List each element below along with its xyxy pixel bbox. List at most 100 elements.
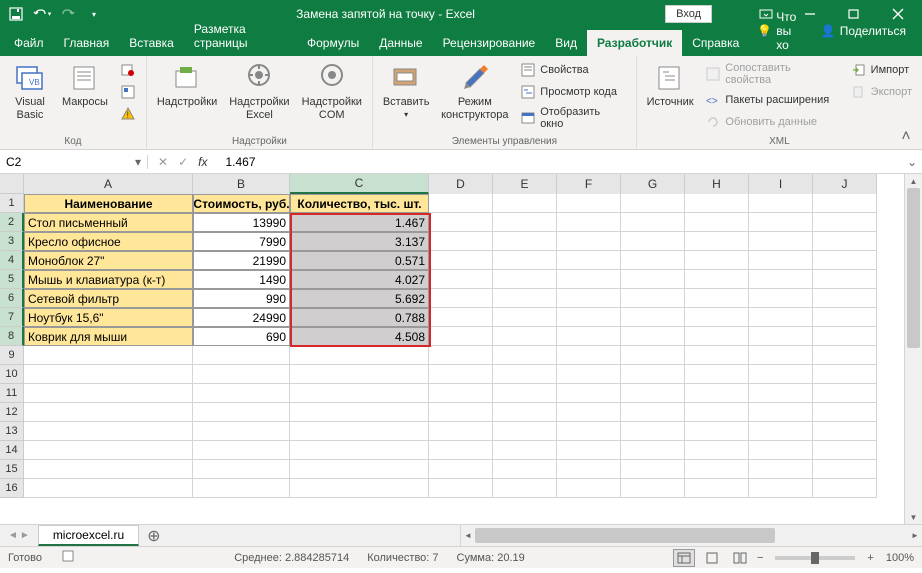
cell-A3[interactable]: Кресло офисное xyxy=(24,232,193,251)
cell-E4[interactable] xyxy=(493,251,557,270)
cell-D10[interactable] xyxy=(429,365,493,384)
expand-formula-bar-button[interactable]: ⌄ xyxy=(902,155,922,169)
tab-help[interactable]: Справка xyxy=(682,30,749,56)
cell-G12[interactable] xyxy=(621,403,685,422)
cell-G14[interactable] xyxy=(621,441,685,460)
tab-file[interactable]: Файл xyxy=(4,30,54,56)
row-header-13[interactable]: 13 xyxy=(0,422,24,441)
row-header-5[interactable]: 5 xyxy=(0,270,24,289)
cell-I9[interactable] xyxy=(749,346,813,365)
cell-E14[interactable] xyxy=(493,441,557,460)
cell-G7[interactable] xyxy=(621,308,685,327)
cell-I5[interactable] xyxy=(749,270,813,289)
cell-D11[interactable] xyxy=(429,384,493,403)
cell-A2[interactable]: Стол письменный xyxy=(24,213,193,232)
cell-F11[interactable] xyxy=(557,384,621,403)
row-header-12[interactable]: 12 xyxy=(0,403,24,422)
cell-F16[interactable] xyxy=(557,479,621,498)
cell-E13[interactable] xyxy=(493,422,557,441)
cell-G13[interactable] xyxy=(621,422,685,441)
cell-J2[interactable] xyxy=(813,213,877,232)
select-all-corner[interactable] xyxy=(0,174,24,194)
row-header-7[interactable]: 7 xyxy=(0,308,24,327)
tab-home[interactable]: Главная xyxy=(54,30,120,56)
cell-C15[interactable] xyxy=(290,460,429,479)
col-header-I[interactable]: I xyxy=(749,174,813,194)
cell-I12[interactable] xyxy=(749,403,813,422)
col-header-J[interactable]: J xyxy=(813,174,877,194)
cell-B13[interactable] xyxy=(193,422,290,441)
com-addins-button[interactable]: Надстройки COM xyxy=(298,60,366,124)
cell-G2[interactable] xyxy=(621,213,685,232)
redo-button[interactable] xyxy=(56,2,80,26)
cell-F7[interactable] xyxy=(557,308,621,327)
cell-E11[interactable] xyxy=(493,384,557,403)
cell-I2[interactable] xyxy=(749,213,813,232)
cell-C11[interactable] xyxy=(290,384,429,403)
record-macro-button[interactable] xyxy=(116,60,140,80)
cell-I3[interactable] xyxy=(749,232,813,251)
cell-A11[interactable] xyxy=(24,384,193,403)
cell-E8[interactable] xyxy=(493,327,557,346)
col-header-D[interactable]: D xyxy=(429,174,493,194)
cell-J10[interactable] xyxy=(813,365,877,384)
cell-A5[interactable]: Мышь и клавиатура (к-т) xyxy=(24,270,193,289)
cell-C14[interactable] xyxy=(290,441,429,460)
refresh-data-button[interactable]: Обновить данные xyxy=(701,112,842,132)
cell-H2[interactable] xyxy=(685,213,749,232)
cell-H7[interactable] xyxy=(685,308,749,327)
cell-A7[interactable]: Ноутбук 15,6" xyxy=(24,308,193,327)
cell-F6[interactable] xyxy=(557,289,621,308)
cell-D8[interactable] xyxy=(429,327,493,346)
cell-D2[interactable] xyxy=(429,213,493,232)
collapse-ribbon-button[interactable]: ˄ xyxy=(896,129,916,145)
tell-me-button[interactable]: 💡Что вы хо xyxy=(749,6,810,56)
cell-A4[interactable]: Моноблок 27" xyxy=(24,251,193,270)
cell-D7[interactable] xyxy=(429,308,493,327)
cell-B15[interactable] xyxy=(193,460,290,479)
row-header-15[interactable]: 15 xyxy=(0,460,24,479)
tab-insert[interactable]: Вставка xyxy=(119,30,184,56)
cell-I8[interactable] xyxy=(749,327,813,346)
qat-customize-button[interactable]: ▾ xyxy=(82,2,106,26)
row-header-4[interactable]: 4 xyxy=(0,251,24,270)
cell-D13[interactable] xyxy=(429,422,493,441)
cell-H6[interactable] xyxy=(685,289,749,308)
zoom-slider[interactable] xyxy=(775,556,855,560)
zoom-in-button[interactable]: + xyxy=(867,552,873,564)
cell-F15[interactable] xyxy=(557,460,621,479)
cell-B6[interactable]: 990 xyxy=(193,289,290,308)
cell-C1[interactable]: Количество, тыс. шт. xyxy=(290,194,429,213)
cell-E9[interactable] xyxy=(493,346,557,365)
formula-bar[interactable]: 1.467 xyxy=(217,155,902,169)
cell-I4[interactable] xyxy=(749,251,813,270)
tab-layout[interactable]: Разметка страницы xyxy=(184,16,297,56)
cell-H13[interactable] xyxy=(685,422,749,441)
row-header-3[interactable]: 3 xyxy=(0,232,24,251)
view-page-layout-button[interactable] xyxy=(701,549,723,567)
cell-A9[interactable] xyxy=(24,346,193,365)
cell-A13[interactable] xyxy=(24,422,193,441)
cell-H15[interactable] xyxy=(685,460,749,479)
row-header-10[interactable]: 10 xyxy=(0,365,24,384)
cell-C4[interactable]: 0.571 xyxy=(290,251,429,270)
cell-E2[interactable] xyxy=(493,213,557,232)
tab-review[interactable]: Рецензирование xyxy=(433,30,546,56)
macros-button[interactable]: Макросы xyxy=(58,60,112,110)
insert-function-button[interactable]: fx xyxy=(198,155,207,169)
share-button[interactable]: 👤Поделиться xyxy=(813,20,914,42)
zoom-slider-thumb[interactable] xyxy=(811,552,819,564)
hscroll-thumb[interactable] xyxy=(475,528,775,543)
col-header-F[interactable]: F xyxy=(557,174,621,194)
map-properties-button[interactable]: Сопоставить свойства xyxy=(701,60,842,88)
row-header-11[interactable]: 11 xyxy=(0,384,24,403)
cell-B3[interactable]: 7990 xyxy=(193,232,290,251)
cell-C12[interactable] xyxy=(290,403,429,422)
cell-F14[interactable] xyxy=(557,441,621,460)
scroll-down-button[interactable]: ▼ xyxy=(905,510,922,524)
cell-G4[interactable] xyxy=(621,251,685,270)
view-page-break-button[interactable] xyxy=(729,549,751,567)
row-header-16[interactable]: 16 xyxy=(0,479,24,498)
cell-J12[interactable] xyxy=(813,403,877,422)
cell-I14[interactable] xyxy=(749,441,813,460)
